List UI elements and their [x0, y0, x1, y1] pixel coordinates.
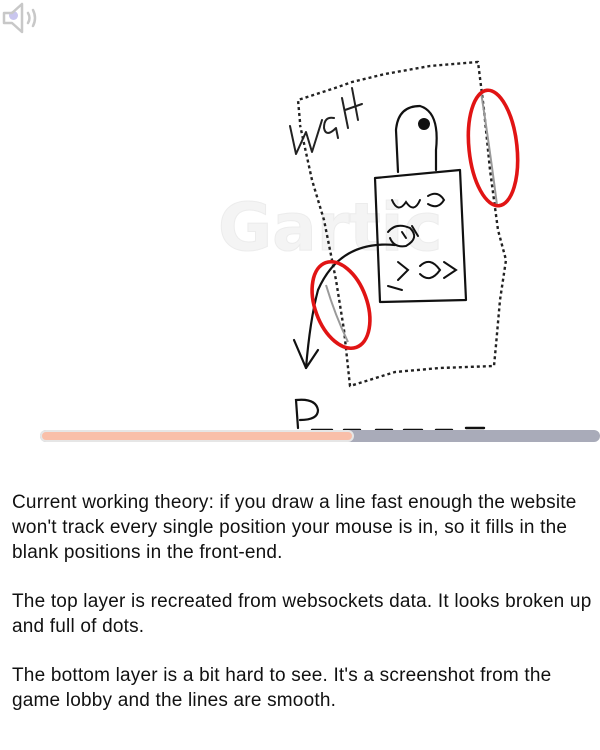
- progress-track[interactable]: [40, 430, 600, 442]
- caption-paragraph: The bottom layer is a bit hard to see. I…: [12, 665, 552, 711]
- drawing-canvas[interactable]: Gartic: [0, 0, 600, 460]
- nail: [394, 104, 438, 174]
- annotation-circle-right: [466, 88, 520, 208]
- annotation-circle-left: [310, 259, 372, 351]
- caption-paragraph: Current working theory: if you draw a li…: [12, 492, 577, 563]
- drawing-layer: Gartic: [218, 60, 520, 432]
- bottom-label-p: [294, 398, 320, 430]
- progress-fill: [40, 430, 354, 442]
- caption-paragraph: The top layer is recreated from websocke…: [12, 591, 592, 637]
- caption: Current working theory: if you draw a li…: [12, 490, 592, 737]
